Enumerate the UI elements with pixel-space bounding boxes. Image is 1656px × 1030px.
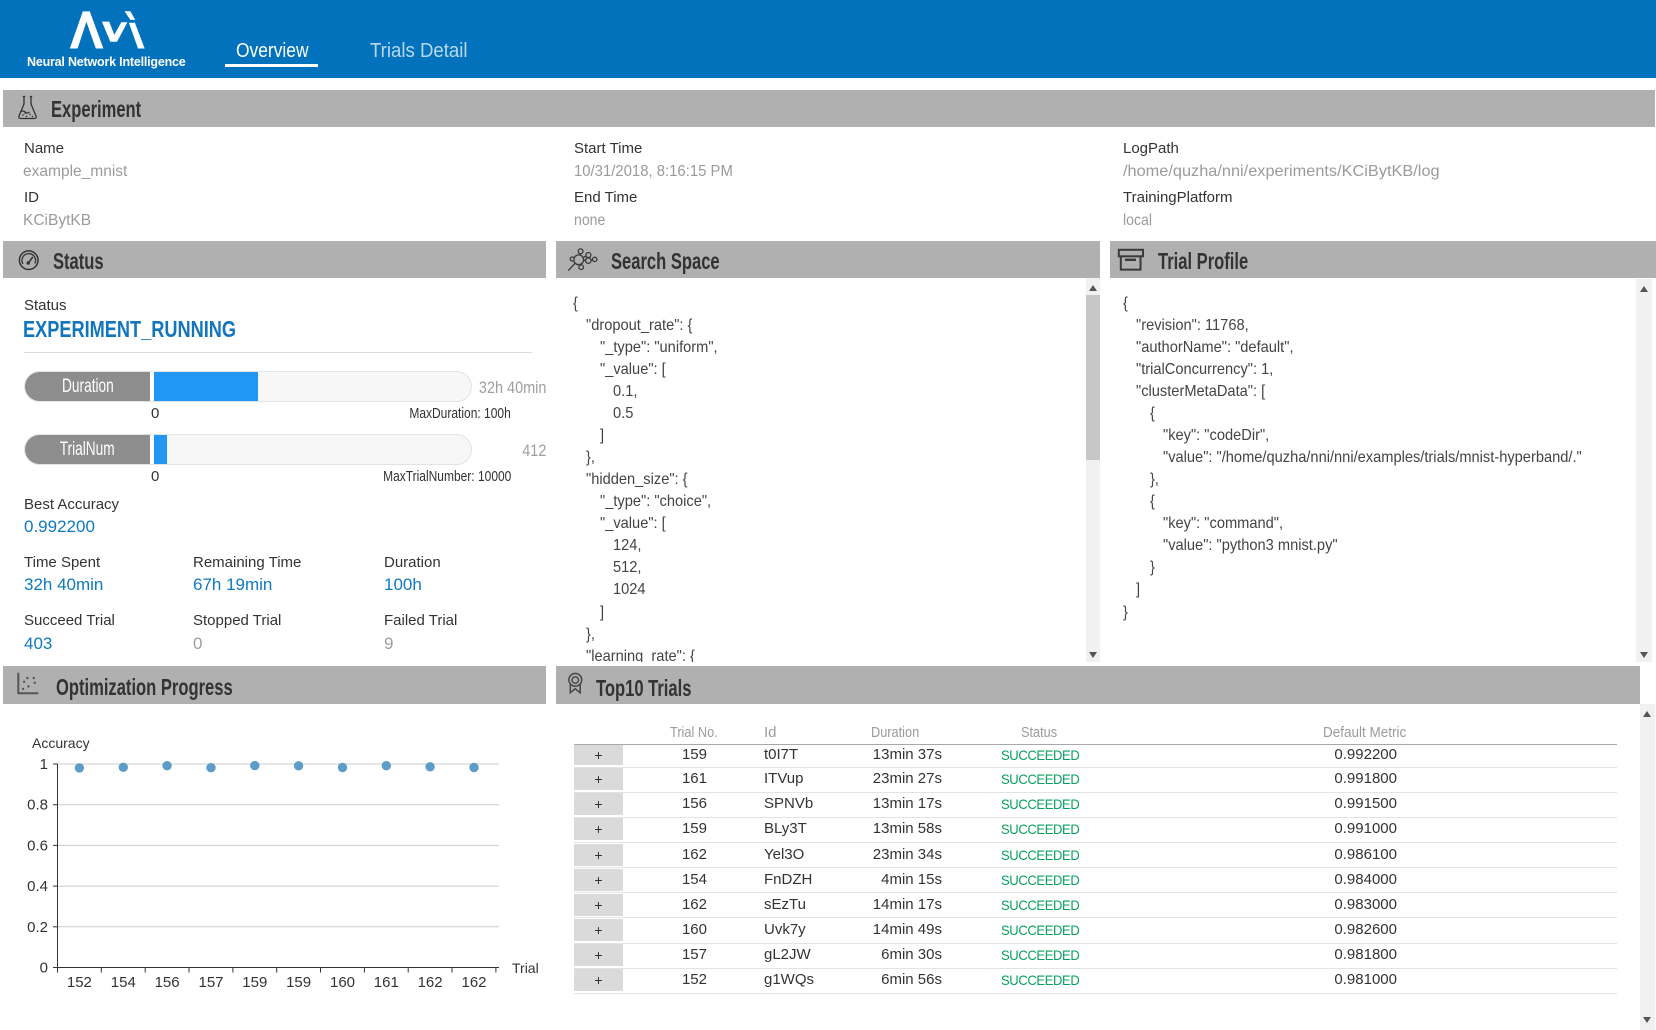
svg-text:159: 159: [286, 974, 311, 991]
svg-text:159: 159: [242, 974, 267, 991]
svg-text:156: 156: [155, 974, 180, 991]
svg-text:0.2: 0.2: [27, 919, 48, 936]
svg-text:0.4: 0.4: [27, 878, 48, 895]
svg-text:0.8: 0.8: [27, 797, 48, 814]
svg-text:162: 162: [461, 974, 486, 991]
svg-text:162: 162: [418, 974, 443, 991]
svg-text:157: 157: [198, 974, 223, 991]
svg-text:154: 154: [111, 974, 136, 991]
svg-text:0.6: 0.6: [27, 837, 48, 854]
svg-text:160: 160: [330, 974, 355, 991]
svg-text:Trial: Trial: [512, 960, 539, 976]
svg-text:Accuracy: Accuracy: [32, 735, 90, 751]
svg-text:0: 0: [40, 960, 48, 977]
svg-text:1: 1: [40, 756, 48, 773]
svg-text:152: 152: [67, 974, 92, 991]
svg-text:161: 161: [374, 974, 399, 991]
